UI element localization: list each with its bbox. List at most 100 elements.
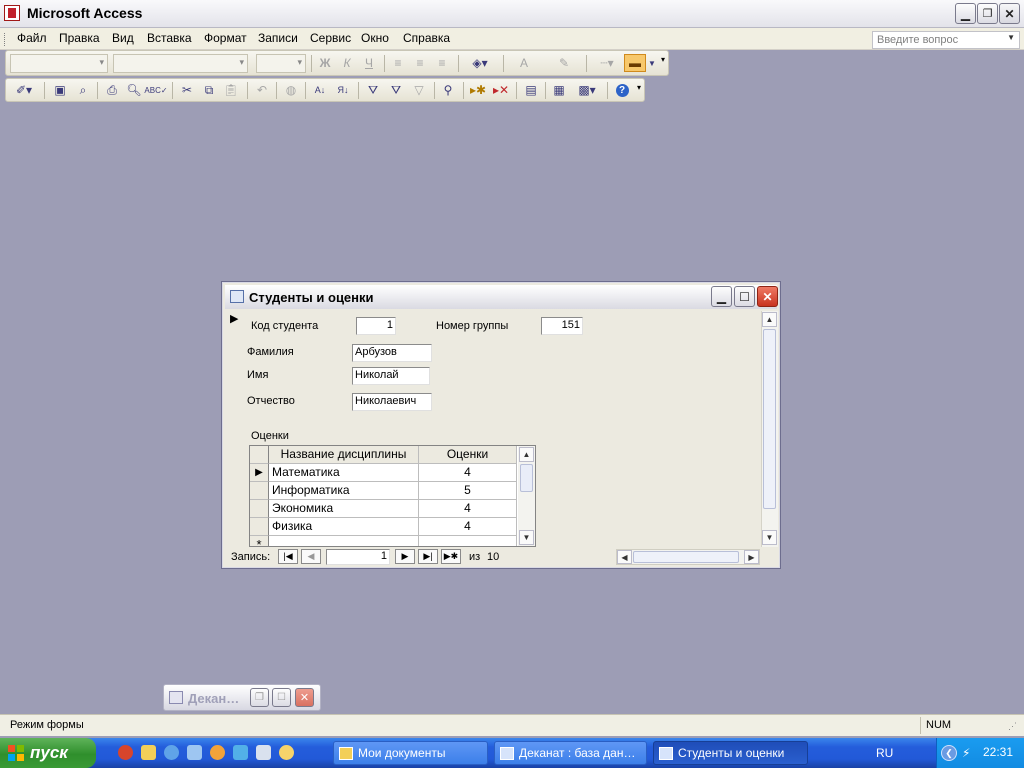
menu-edit[interactable]: Правка	[59, 31, 100, 47]
file-search-button[interactable]: ⌕	[73, 81, 93, 99]
cut-button[interactable]: ✂	[177, 81, 197, 99]
underline-button[interactable]: Ч	[359, 54, 379, 72]
current-record-field[interactable]: 1	[326, 549, 390, 565]
form-title-bar[interactable]: Студенты и оценки ▁ ☐ ✕	[225, 285, 778, 309]
bold-button[interactable]: Ж	[315, 54, 335, 72]
menu-records[interactable]: Записи	[258, 31, 298, 47]
filter-by-form-button[interactable]: ⛛	[386, 81, 406, 99]
table-row-grade[interactable]: 4	[419, 500, 517, 518]
table-row-discipline[interactable]: Экономика	[269, 500, 419, 518]
menu-tools[interactable]: Сервис	[310, 31, 351, 47]
minimized-close-button[interactable]: ✕	[295, 688, 314, 707]
restore-button[interactable]: ❐	[977, 3, 998, 24]
find-button[interactable]: ⚲	[438, 81, 458, 99]
scroll-down-icon[interactable]: ▼	[762, 530, 777, 545]
menu-format[interactable]: Формат	[204, 31, 247, 47]
clock-icon[interactable]	[279, 745, 294, 760]
new-row-discipline-cell[interactable]	[269, 536, 419, 546]
language-indicator[interactable]: RU	[876, 746, 893, 760]
group-number-field[interactable]: 151	[541, 317, 583, 335]
fill-color-button[interactable]: ◈▾	[464, 54, 496, 72]
toolbar-options-icon[interactable]: ▾	[637, 83, 641, 92]
internet-explorer-icon[interactable]	[164, 745, 179, 760]
save-button[interactable]: ▣	[50, 81, 70, 99]
form-minimize-button[interactable]: ▁	[711, 286, 732, 307]
special-effect-button[interactable]: ▬	[624, 54, 646, 72]
scroll-thumb[interactable]	[633, 551, 739, 563]
new-record-nav-button[interactable]: ▶✱	[441, 549, 461, 564]
object-combo[interactable]	[10, 54, 108, 73]
previous-record-button[interactable]: ◀	[301, 549, 321, 564]
last-record-button[interactable]: ▶|	[418, 549, 438, 564]
messenger-icon[interactable]	[233, 745, 248, 760]
print-preview-button[interactable]: 🔍︎	[124, 81, 144, 99]
form-window-students-grades[interactable]: Студенты и оценки ▁ ☐ ✕ ▶ Код студента 1…	[221, 281, 781, 569]
scroll-up-icon[interactable]: ▲	[519, 447, 534, 462]
ask-question-box[interactable]: Введите вопрос ▼	[872, 31, 1020, 49]
new-record-button[interactable]: ▸✱	[468, 81, 488, 99]
scroll-right-icon[interactable]: ▶	[744, 550, 759, 564]
table-row-discipline[interactable]: Математика	[269, 464, 419, 482]
scroll-thumb[interactable]	[520, 464, 533, 492]
outlook-express-icon[interactable]	[187, 745, 202, 760]
paste-button[interactable]: 📋︎	[221, 81, 241, 99]
start-button[interactable]: пуск	[0, 738, 96, 768]
menu-window[interactable]: Окно	[361, 31, 389, 47]
minimize-button[interactable]: ▁	[955, 3, 976, 24]
row-selector[interactable]	[250, 518, 269, 536]
folder-icon[interactable]	[141, 745, 156, 760]
help-button[interactable]: ?	[612, 81, 632, 99]
student-id-field[interactable]: 1	[356, 317, 396, 335]
task-dean-database[interactable]: Деканат : база дан…	[494, 741, 647, 765]
form-vertical-scrollbar[interactable]: ▲ ▼	[761, 311, 778, 547]
sort-ascending-button[interactable]: A↓	[310, 81, 330, 99]
form-maximize-button[interactable]: ☐	[734, 286, 755, 307]
font-size-combo[interactable]	[256, 54, 306, 73]
line-color-button[interactable]: ✎	[547, 54, 581, 72]
row-selector[interactable]	[250, 482, 269, 500]
align-left-button[interactable]: ≡	[388, 54, 408, 72]
column-header-discipline[interactable]: Название дисциплины	[269, 446, 419, 464]
form-close-button[interactable]: ✕	[757, 286, 778, 307]
calculator-icon[interactable]	[256, 745, 271, 760]
next-record-button[interactable]: ▶	[395, 549, 415, 564]
hyperlink-button[interactable]: ◍	[281, 81, 301, 99]
apply-filter-button[interactable]: ▽	[409, 81, 429, 99]
table-row-discipline[interactable]: Физика	[269, 518, 419, 536]
line-width-button[interactable]: ┈▾	[591, 54, 623, 72]
menu-help[interactable]: Справка	[403, 31, 450, 47]
form-horizontal-scrollbar[interactable]: ◀ ▶	[616, 549, 760, 565]
menu-view[interactable]: Вид	[112, 31, 134, 47]
chevron-down-icon[interactable]: ▼	[1007, 33, 1015, 42]
subform-vertical-scrollbar[interactable]: ▲ ▼	[518, 446, 535, 546]
special-effect-dropdown[interactable]: ▼	[647, 54, 657, 72]
access-app-icon[interactable]	[4, 5, 20, 21]
font-name-combo[interactable]	[113, 54, 248, 73]
scroll-thumb[interactable]	[763, 329, 776, 509]
new-record-row-icon[interactable]: *	[250, 536, 269, 546]
minimized-restore-button[interactable]: ❐	[250, 688, 269, 707]
grades-subform[interactable]: Название дисциплины Оценки ▶ Математика …	[249, 445, 536, 547]
minimized-database-window[interactable]: Декан… ❐ ☐ ✕	[163, 684, 321, 711]
sort-descending-button[interactable]: Я↓	[333, 81, 353, 99]
network-icon[interactable]: ⚡︎	[962, 746, 970, 760]
record-selector-icon[interactable]: ▶	[230, 312, 244, 328]
font-color-button[interactable]: A	[507, 54, 541, 72]
task-students-grades[interactable]: Студенты и оценки	[653, 741, 808, 765]
chevron-left-icon[interactable]: ❮	[941, 745, 957, 761]
table-row-grade[interactable]: 5	[419, 482, 517, 500]
app-title-bar[interactable]: Microsoft Access ▁ ❐ ✕	[0, 0, 1024, 28]
first-name-field[interactable]: Николай	[352, 367, 430, 385]
table-row-grade[interactable]: 4	[419, 464, 517, 482]
menu-insert[interactable]: Вставка	[147, 31, 192, 47]
spelling-button[interactable]: ABC✓	[144, 81, 167, 99]
new-row-grade-cell[interactable]	[419, 536, 517, 546]
patronymic-field[interactable]: Николаевич	[352, 393, 432, 411]
task-my-documents[interactable]: Мои документы	[333, 741, 488, 765]
properties-button[interactable]: ▤	[521, 81, 541, 99]
delete-record-button[interactable]: ▸✕	[491, 81, 511, 99]
opera-browser-icon[interactable]	[118, 745, 133, 760]
copy-button[interactable]: ⧉	[199, 81, 219, 99]
table-row-discipline[interactable]: Информатика	[269, 482, 419, 500]
align-center-button[interactable]: ≡	[410, 54, 430, 72]
